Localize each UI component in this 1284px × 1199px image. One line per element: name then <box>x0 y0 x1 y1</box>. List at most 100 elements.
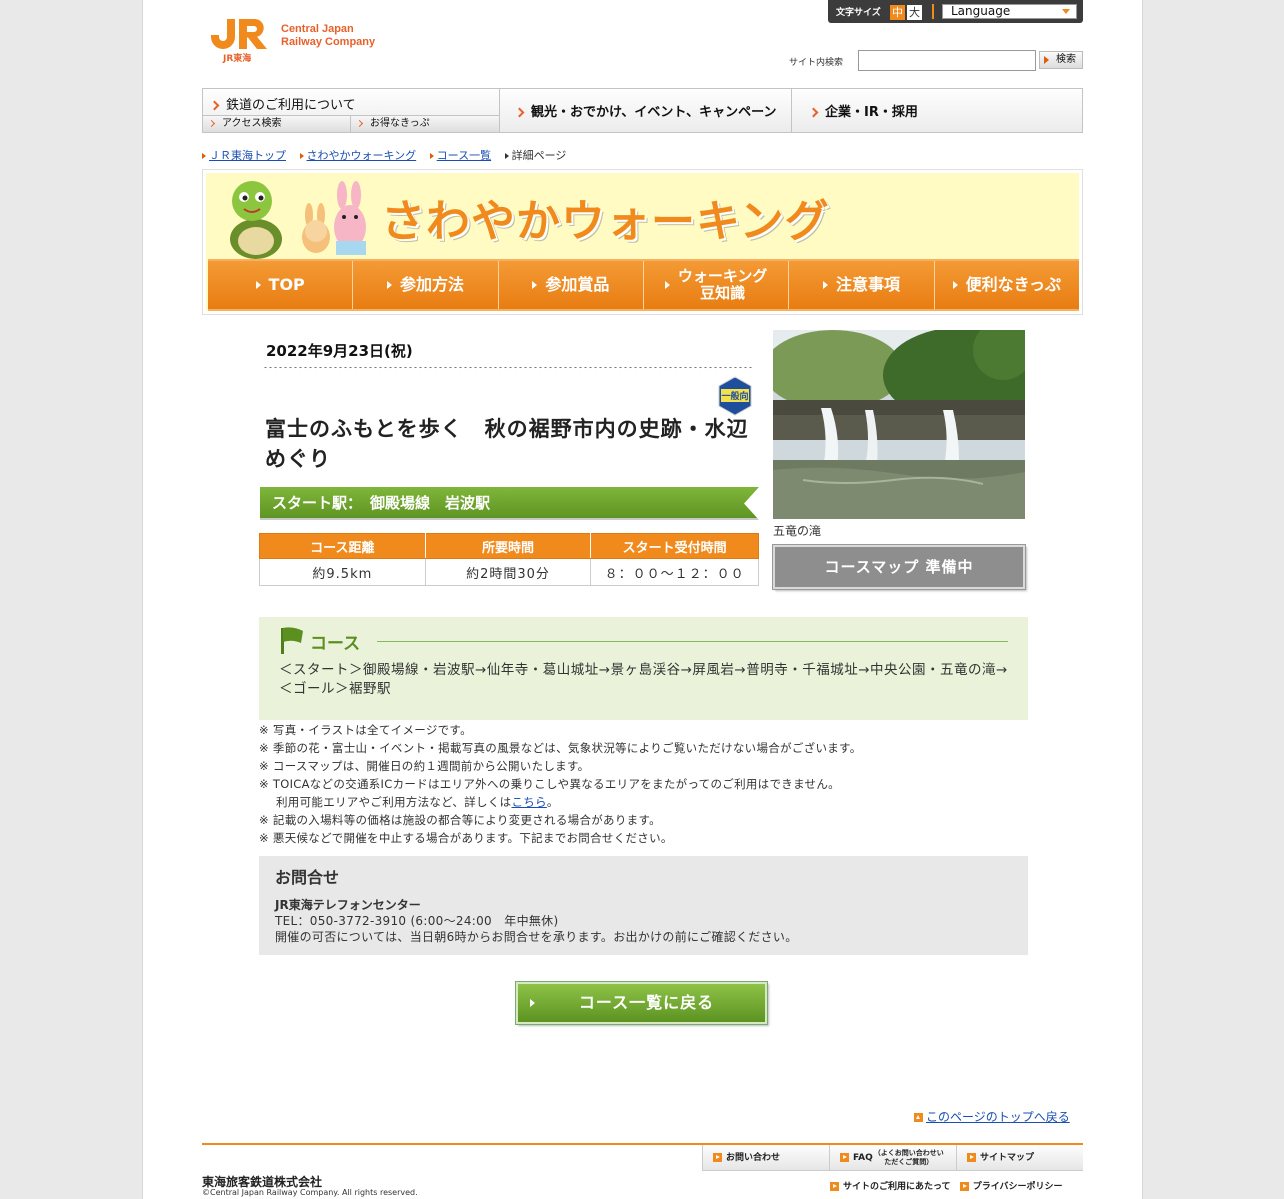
language-select[interactable]: Language <box>942 4 1077 19</box>
footer-links: サイトのご利用にあたって プライバシーポリシー <box>824 1179 1063 1192</box>
gnav-rail-label: 鉄道のご利用について <box>226 98 356 113</box>
copyright: ©Central Japan Railway Company. All righ… <box>202 1188 418 1197</box>
gnav-corporate[interactable]: 企業・IR・採用 <box>792 89 1084 132</box>
note-text: 利用可能エリアやご利用方法など、詳しくは <box>276 795 512 809</box>
arrow-right-icon <box>530 999 535 1007</box>
course-heading-line <box>377 641 1008 642</box>
arrow-right-icon <box>202 153 206 159</box>
arrow-right-icon <box>532 281 538 289</box>
table-header-row: コース距離 所要時間 スタート受付時間 <box>259 533 759 559</box>
gnav-discount-tickets[interactable]: お得なきっぷ <box>351 116 499 132</box>
back-to-course-list-label: コース一覧に戻る <box>578 993 715 1012</box>
photo-caption: 五竜の滝 <box>773 524 822 538</box>
footer-faq-label: FAQ <box>853 1153 873 1163</box>
contact-name: JR東海テレフォンセンター <box>275 898 421 912</box>
arrow-right-icon <box>713 1153 722 1162</box>
start-station-bar: スタート駅： 御殿場線 岩波駅 <box>260 487 759 520</box>
back-to-course-list-button[interactable]: コース一覧に戻る <box>515 981 768 1025</box>
chevron-right-icon <box>207 119 216 127</box>
breadcrumb-jr-top[interactable]: ＪＲ東海トップ <box>209 149 286 162</box>
note-item: ※ 悪天候などで開催を中止する場合があります。下記までお問合せください。 <box>259 831 673 845</box>
chevron-right-icon <box>808 107 819 118</box>
arrow-right-icon <box>840 1153 849 1162</box>
note-item: 利用可能エリアやご利用方法など、詳しくはこちら。 <box>259 793 1028 811</box>
note-item: ※ コースマップは、開催日の約１週間前から公開いたします。 <box>259 759 590 773</box>
site-search-button-label: 検索 <box>1056 54 1076 65</box>
note-item: ※ 記載の入場料等の価格は施設の都合等により変更される場合があります。 <box>259 813 661 827</box>
arrow-right-icon <box>386 281 392 289</box>
footer-nav: お問い合わせ FAQ（よくお問い合わせいただくご質問） サイトマップ <box>702 1145 1083 1171</box>
gnav-discount-tickets-label: お得なきっぷ <box>370 118 430 129</box>
language-select-value: Language <box>951 4 1011 18</box>
note-item: ※ TOICAなどの交通系ICカードはエリア外への乗りこしや異なるエリアをまたが… <box>259 777 840 791</box>
logo-text-line1: Central Japan <box>281 23 354 35</box>
waterfall-photo <box>773 330 1025 519</box>
site-search-input[interactable] <box>858 50 1036 71</box>
contact-box: お問合せ JR東海テレフォンセンター TEL：050-3772-3910 (6:… <box>259 856 1028 955</box>
note-item: ※ 写真・イラストは全てイメージです。 <box>259 723 472 737</box>
course-info-table: コース距離 所要時間 スタート受付時間 約9.5km 約2時間30分 ８：００～… <box>259 533 759 586</box>
arrow-right-icon <box>429 153 434 159</box>
gnav-access-search-label: アクセス検索 <box>222 118 282 129</box>
gnav-access-search[interactable]: アクセス検索 <box>203 116 351 132</box>
footer-faq-sub: （よくお問い合わせいただくご質問） <box>873 1148 944 1166</box>
arrow-right-icon <box>299 153 304 159</box>
banner-title: さわやかウォーキング <box>381 196 830 247</box>
arrow-right-icon <box>967 1153 976 1162</box>
breadcrumb-sawayaka[interactable]: さわやかウォーキング <box>307 149 417 162</box>
header-start-time: スタート受付時間 <box>590 533 759 559</box>
sawayaka-banner: さわやかウォーキング TOP 参加方法 参加賞品 ウォーキング 豆知識 注意事項 … <box>202 169 1083 315</box>
header-distance: コース距離 <box>259 533 426 559</box>
note-item: ※ 季節の花・富士山・イベント・掲載写真の風景などは、気象状況等によりご覧いただ… <box>259 741 862 755</box>
breadcrumb-course-list[interactable]: コース一覧 <box>437 149 491 162</box>
course-section: コース ＜スタート＞御殿場線・岩波駅→仙年寺・葛山城址→景ヶ島渓谷→屏風岩→普明… <box>259 617 1028 720</box>
value-duration: 約2時間30分 <box>424 558 592 586</box>
arrow-right-icon <box>255 281 261 289</box>
event-date: 2022年9月23日(祝) <box>266 342 413 360</box>
jr-central-logo[interactable]: Central Japan Railway Company JR東海 <box>209 17 389 64</box>
arrow-up-icon <box>914 1113 923 1122</box>
fontsize-medium-button[interactable]: 中 <box>890 5 905 20</box>
gnav-tourism[interactable]: 観光・おでかけ、イベント、キャンペーン <box>500 89 792 132</box>
fontsize-divider <box>932 4 934 19</box>
banner-nav-prizes-label: 参加賞品 <box>545 275 610 294</box>
course-title: 富士のふもとを歩く 秋の裾野市内の史跡・水辺めぐり <box>265 417 749 471</box>
table-row: 約9.5km 約2時間30分 ８：００～１２：００ <box>259 558 759 586</box>
footer-sitemap-link[interactable]: サイトマップ <box>956 1145 1083 1170</box>
banner-nav-walking-tips[interactable]: ウォーキング 豆知識 <box>643 261 790 309</box>
arrow-right-icon <box>664 281 670 289</box>
notes-list: ※ 写真・イラストは全てイメージです。 ※ 季節の花・富士山・イベント・掲載写真… <box>259 721 1028 847</box>
logo-sub-text: JR東海 <box>223 54 252 64</box>
breadcrumb-current: 詳細ページ <box>511 149 567 162</box>
banner-nav-notes[interactable]: 注意事項 <box>789 261 935 309</box>
footer-contact-link[interactable]: お問い合わせ <box>702 1145 829 1170</box>
banner-nav-walking-tips-label2: 豆知識 <box>700 284 746 302</box>
footer-faq-link[interactable]: FAQ（よくお問い合わせいただくご質問） <box>829 1145 956 1170</box>
header-duration: 所要時間 <box>424 533 592 559</box>
footer-terms-link[interactable]: サイトのご利用にあたって <box>830 1182 951 1192</box>
banner-nav-tickets[interactable]: 便利なきっぷ <box>934 261 1079 309</box>
footer-privacy-link[interactable]: プライバシーポリシー <box>959 1182 1063 1192</box>
banner-nav-prizes[interactable]: 参加賞品 <box>498 261 644 309</box>
gnav-rail-group: 鉄道のご利用について アクセス検索 お得なきっぷ <box>203 89 500 132</box>
chevron-right-icon <box>209 100 220 111</box>
mascot-illustration <box>230 181 366 259</box>
page-top-link[interactable]: このページのトップへ戻る <box>926 1110 1070 1124</box>
fontsize-label: 文字サイズ <box>836 8 881 18</box>
fontsize-large-button[interactable]: 大 <box>907 5 922 20</box>
dotted-divider <box>263 366 753 369</box>
footer-terms-label: サイトのご利用にあたって <box>843 1182 951 1192</box>
banner-nav: TOP 参加方法 参加賞品 ウォーキング 豆知識 注意事項 便利なきっぷ <box>208 259 1079 311</box>
course-map-button[interactable]: コースマップ 準備中 <box>772 544 1026 590</box>
banner-nav-top[interactable]: TOP <box>208 261 354 309</box>
gnav-rail[interactable]: 鉄道のご利用について <box>203 89 499 116</box>
level-badge-text: 一般向 <box>721 390 748 402</box>
site-search-button[interactable]: 検索 <box>1039 51 1083 69</box>
page-container: Central Japan Railway Company JR東海 文字サイズ… <box>142 0 1143 1199</box>
arrow-right-icon <box>959 1182 969 1191</box>
gnav-tourism-label: 観光・おでかけ、イベント、キャンペーン <box>531 105 777 120</box>
ic-card-info-link[interactable]: こちら <box>511 795 546 809</box>
breadcrumb: ＪＲ東海トップ さわやかウォーキング コース一覧 詳細ページ <box>202 147 566 163</box>
banner-nav-how-to-join[interactable]: 参加方法 <box>353 261 499 309</box>
banner-nav-tickets-label: 便利なきっぷ <box>965 275 1061 294</box>
